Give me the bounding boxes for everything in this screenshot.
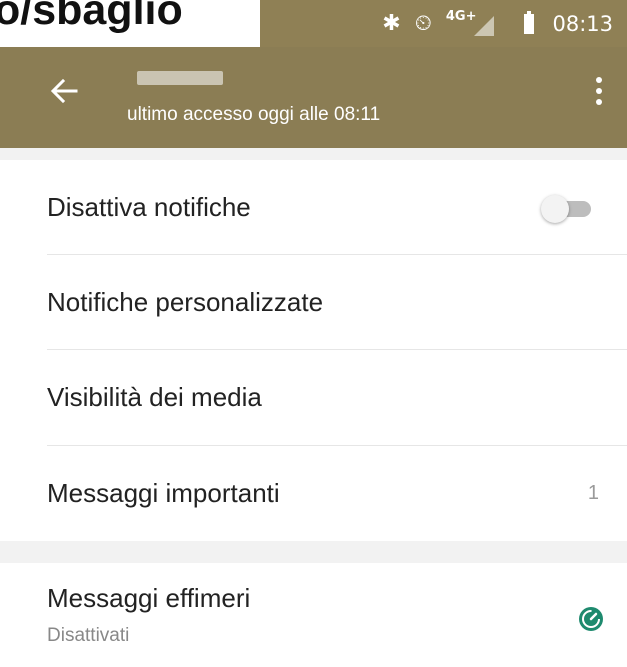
- section-separator-top: [0, 148, 627, 160]
- contact-name-blurred[interactable]: [137, 71, 223, 85]
- media-visibility-label: Visibilità dei media: [47, 382, 262, 412]
- ephemeral-messages-title: Messaggi effimeri: [47, 583, 251, 613]
- network-type: 4G+: [445, 9, 477, 24]
- starred-messages-row[interactable]: Messaggi importanti 1: [0, 446, 627, 541]
- last-seen-status: ultimo accesso oggi alle 08:11: [127, 104, 381, 125]
- status-icons: ✱ ⏲ 4G+ 08:13: [382, 0, 613, 47]
- signal-icon: [474, 15, 495, 36]
- starred-messages-label: Messaggi importanti: [47, 478, 280, 508]
- caption-text: o/sbaglio: [0, 0, 183, 34]
- media-visibility-row[interactable]: Visibilità dei media: [0, 350, 627, 445]
- mute-notifications-label: Disattiva notifiche: [47, 192, 251, 222]
- custom-notifications-label: Notifiche personalizzate: [47, 287, 324, 317]
- mute-notifications-row[interactable]: Disattiva notifiche: [0, 160, 627, 255]
- more-options-icon[interactable]: [595, 77, 603, 109]
- starred-messages-count: 1: [587, 482, 599, 504]
- battery-icon: [524, 10, 535, 34]
- ephemeral-messages-status: Disattivati: [47, 625, 130, 646]
- status-time: 08:13: [552, 11, 613, 36]
- section-separator-bottom: [0, 541, 627, 563]
- mute-notifications-toggle[interactable]: [541, 195, 591, 223]
- back-arrow-icon[interactable]: [46, 73, 82, 109]
- timer-icon: [579, 607, 603, 631]
- bluetooth-icon: ✱: [382, 10, 401, 36]
- custom-notifications-row[interactable]: Notifiche personalizzate: [0, 255, 627, 350]
- chat-info-toolbar: ultimo accesso oggi alle 08:11: [0, 47, 627, 148]
- alarm-icon: ⏲: [414, 10, 432, 36]
